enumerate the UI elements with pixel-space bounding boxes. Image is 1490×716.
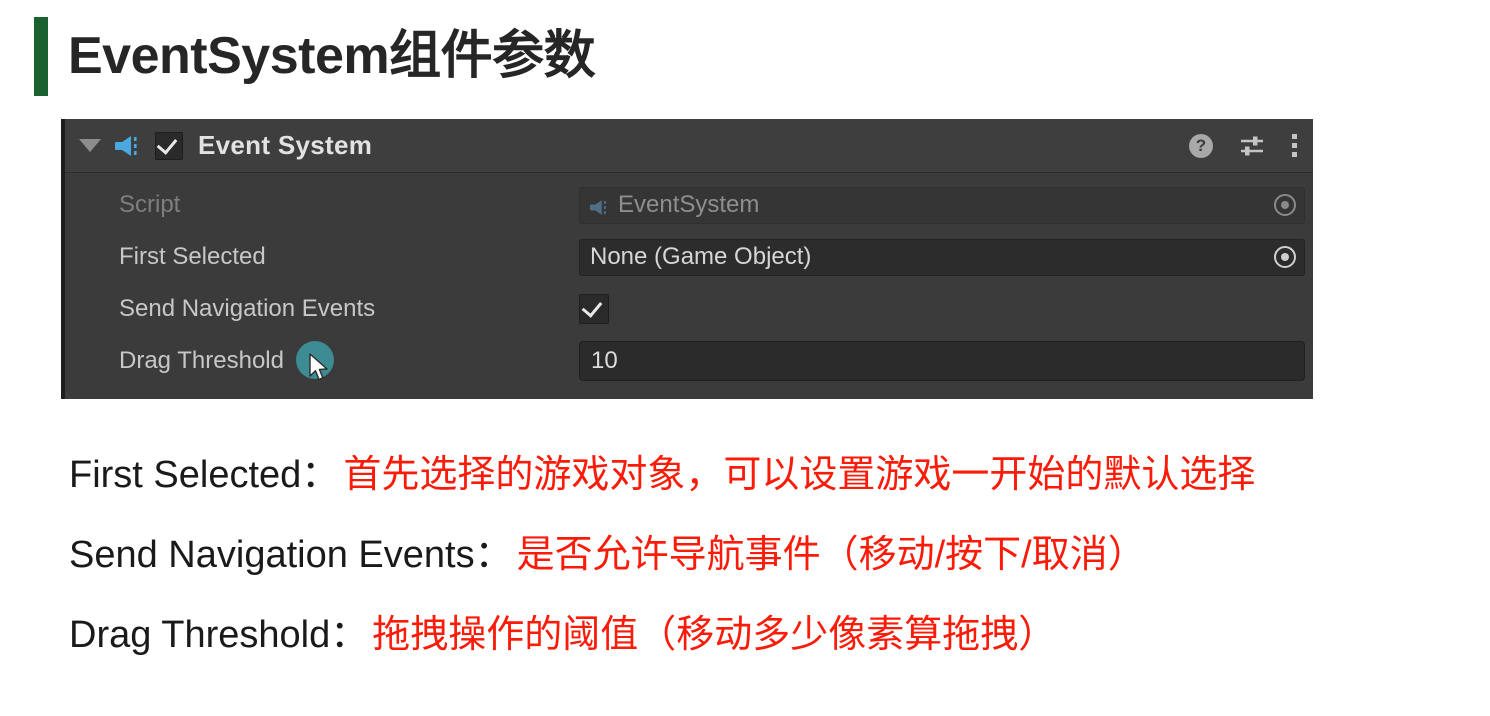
caption-description: 是否允许导航事件（移动/按下/取消） xyxy=(516,534,1146,576)
component-enabled-checkbox[interactable] xyxy=(155,131,183,160)
caption-line: Drag Threshold： 拖拽操作的阈值（移动多少像素算拖拽） xyxy=(69,603,1469,683)
inspector-panel: Event System ? Script EventSystem First … xyxy=(61,119,1313,399)
component-header-icons: ? xyxy=(1189,119,1297,172)
check-icon xyxy=(581,296,603,318)
caption-list: First Selected： 首先选择的游戏对象，可以设置游戏一开始的默认选择… xyxy=(69,443,1469,683)
object-picker-icon[interactable] xyxy=(1274,246,1296,268)
caption-line: First Selected： 首先选择的游戏对象，可以设置游戏一开始的默认选择 xyxy=(69,443,1469,523)
first-selected-field-value: None (Game Object) xyxy=(590,243,812,270)
caption-term: Drag Threshold： xyxy=(69,614,369,656)
event-system-megaphone-icon xyxy=(115,133,145,159)
script-object-field: EventSystem xyxy=(579,186,1305,224)
property-row-send-navigation-events: Send Navigation Events xyxy=(65,283,1313,335)
caption-description: 首先选择的游戏对象，可以设置游戏一开始的默认选择 xyxy=(343,454,1256,496)
property-row-script: Script EventSystem xyxy=(65,179,1313,231)
property-row-first-selected: First Selected None (Game Object) xyxy=(65,231,1313,283)
first-selected-object-field[interactable]: None (Game Object) xyxy=(579,238,1305,276)
page-title: EventSystem组件参数 xyxy=(68,27,596,85)
property-label-drag-threshold: Drag Threshold xyxy=(119,341,579,381)
help-icon[interactable]: ? xyxy=(1189,133,1213,158)
page-title-block: EventSystem组件参数 xyxy=(34,16,596,96)
property-rows: Script EventSystem First Selected None (… xyxy=(65,173,1313,387)
caption-line: Send Navigation Events： 是否允许导航事件（移动/按下/取… xyxy=(69,523,1469,603)
property-row-drag-threshold: Drag Threshold 10 xyxy=(65,335,1313,387)
drag-threshold-number-field[interactable]: 10 xyxy=(579,341,1305,381)
component-header[interactable]: Event System ? xyxy=(65,119,1313,173)
preset-sliders-icon[interactable] xyxy=(1239,134,1265,158)
title-accent-bar xyxy=(34,16,48,96)
triangle-down-icon[interactable] xyxy=(79,139,101,152)
property-label-first-selected: First Selected xyxy=(119,243,266,270)
drag-threshold-value: 10 xyxy=(591,347,618,374)
kebab-menu-icon[interactable] xyxy=(1291,134,1297,157)
mouse-cursor-icon xyxy=(309,353,331,383)
caption-description: 拖拽操作的阈值（移动多少像素算拖拽） xyxy=(372,614,1057,656)
caption-term: First Selected： xyxy=(69,454,340,496)
property-label-script: Script xyxy=(119,191,181,218)
script-megaphone-icon xyxy=(590,196,612,215)
send-navigation-events-checkbox[interactable] xyxy=(579,294,609,324)
caption-term: Send Navigation Events： xyxy=(69,534,513,576)
script-field-value: EventSystem xyxy=(618,191,760,218)
cursor-highlight xyxy=(295,341,336,383)
object-picker-icon xyxy=(1274,194,1296,216)
property-label-drag-threshold-text: Drag Threshold xyxy=(119,347,284,374)
check-icon xyxy=(156,132,178,155)
property-label-send-navigation-events: Send Navigation Events xyxy=(119,295,376,322)
component-title: Event System xyxy=(198,130,373,160)
